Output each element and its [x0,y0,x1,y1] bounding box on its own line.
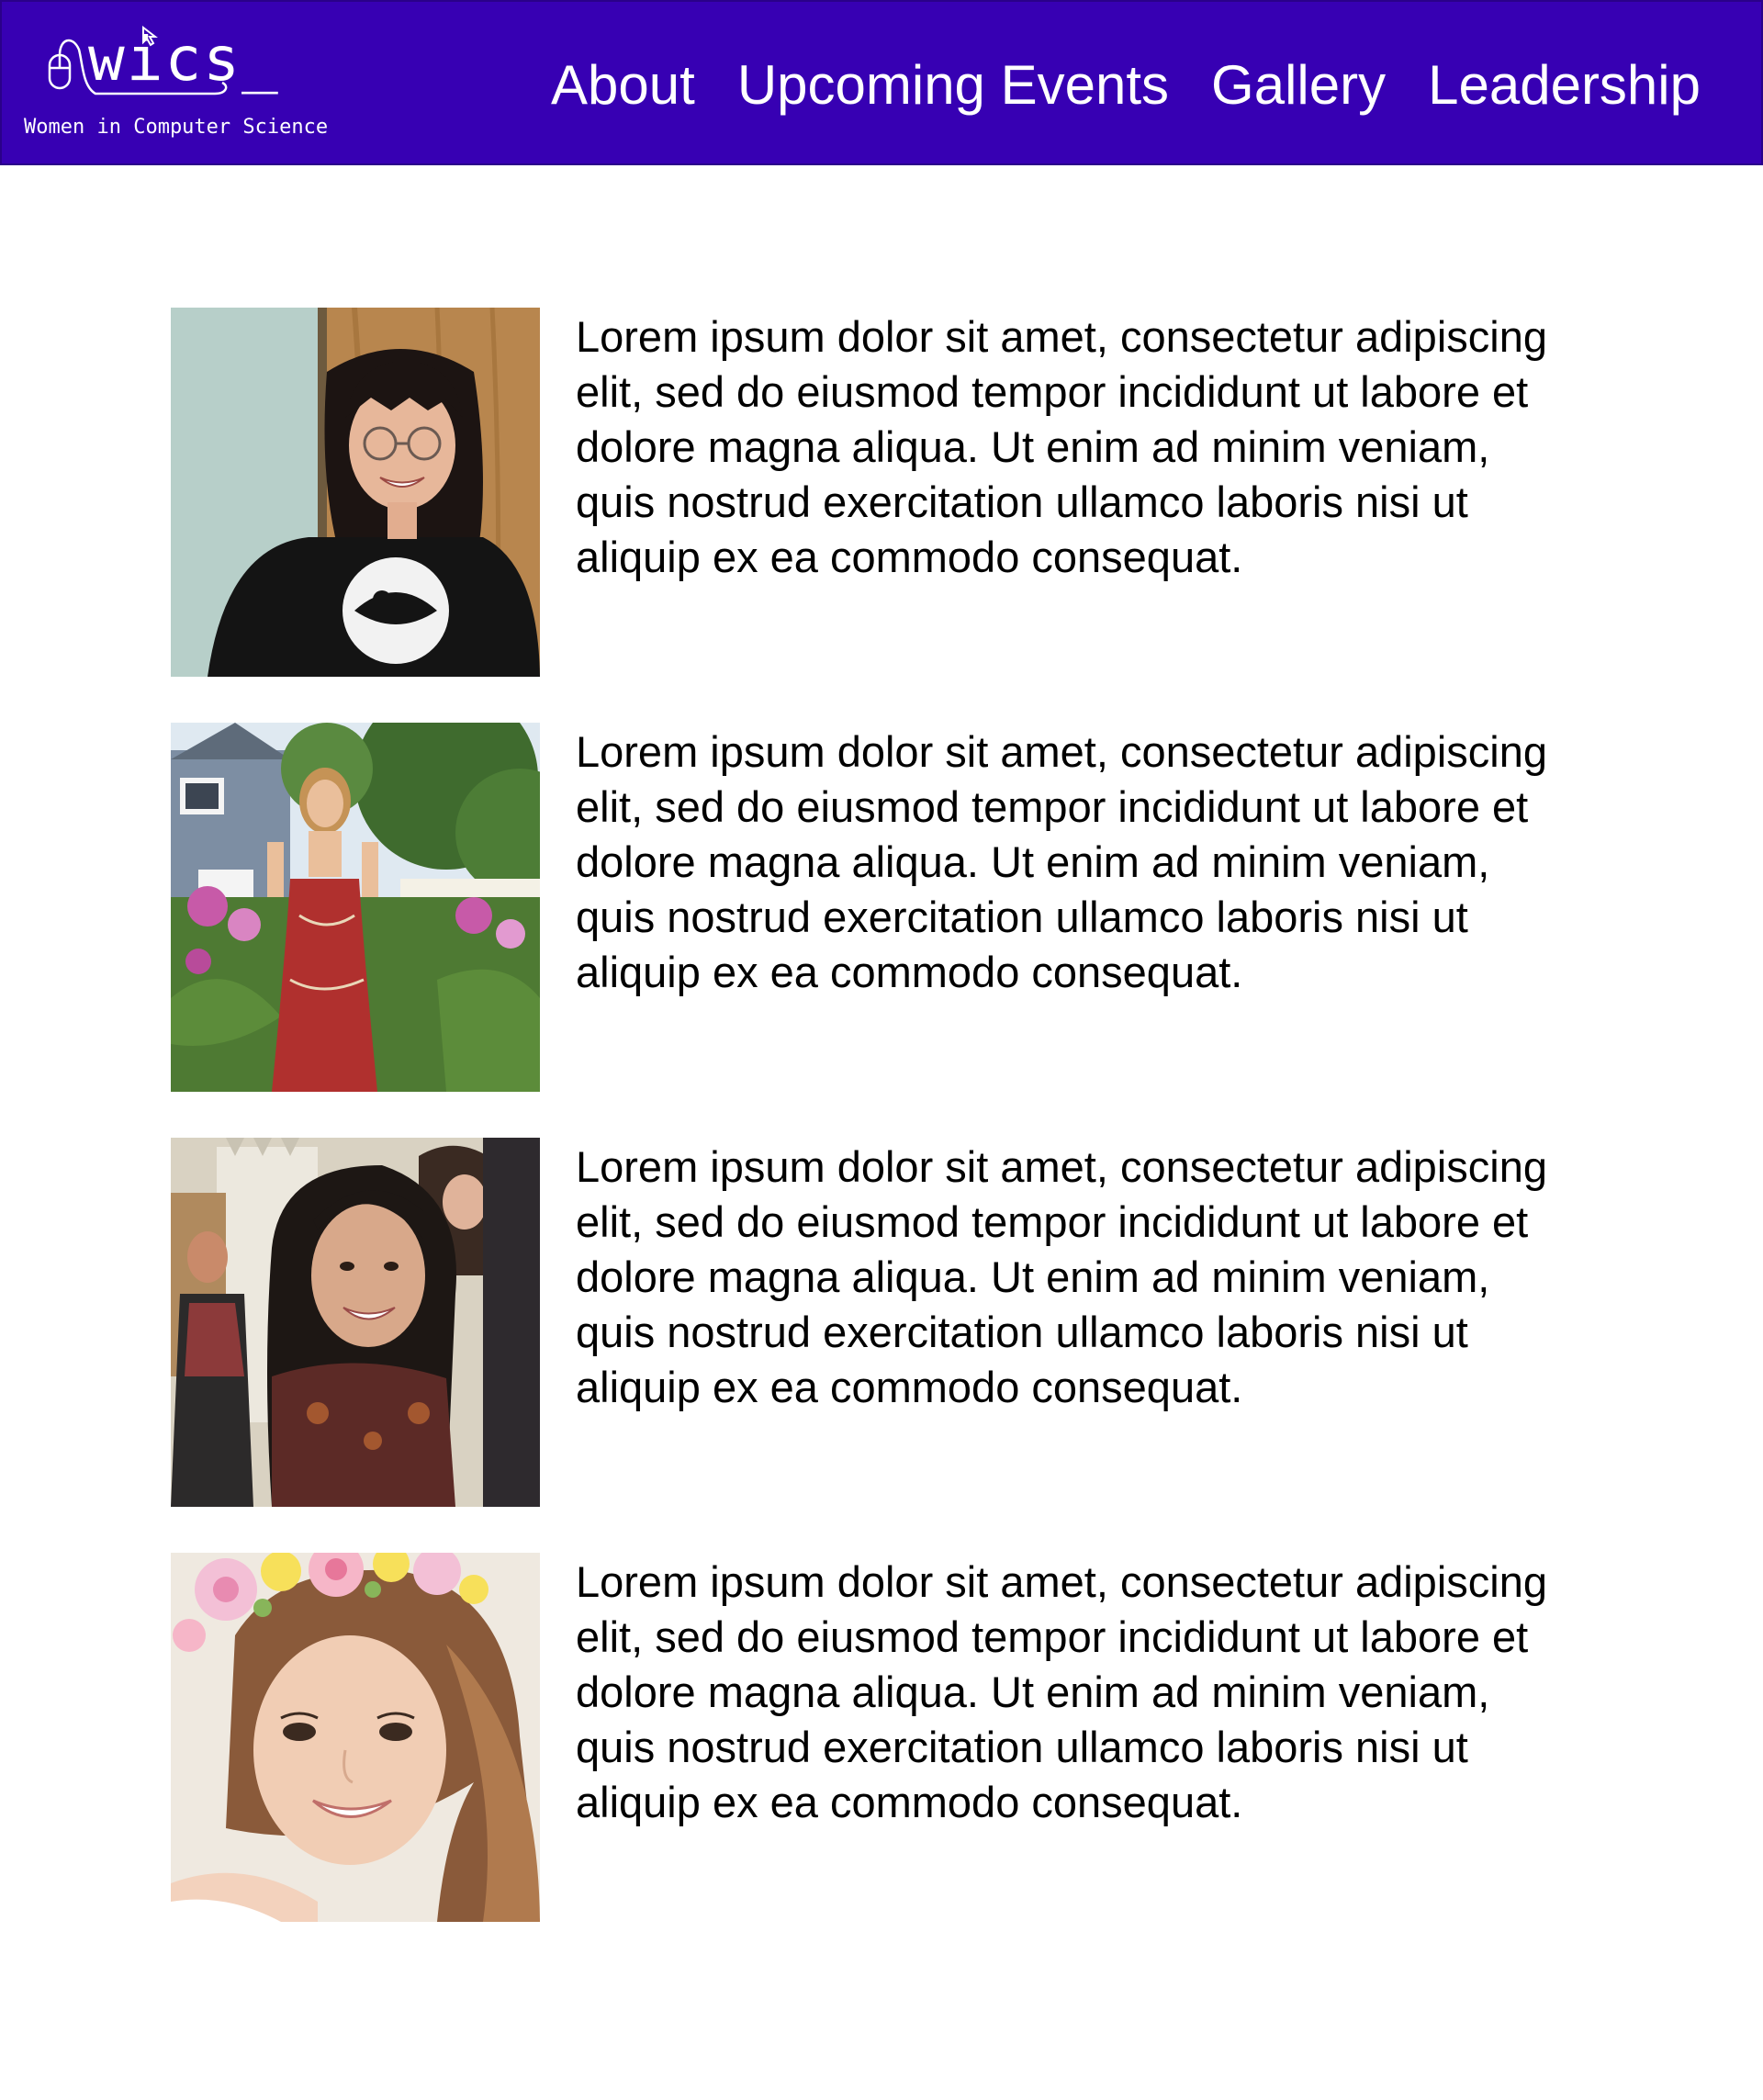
wics-logo[interactable]: wics_ Women in Computer Science [22,22,334,151]
site-header: wics_ Women in Computer Science About Up… [0,0,1763,165]
main-nav: About Upcoming Events Gallery Leadership [551,50,1701,121]
member-card: Lorem ipsum dolor sit amet, consectetur … [171,1553,1566,1922]
member-card: Lorem ipsum dolor sit amet, consectetur … [171,1138,1566,1507]
nav-leadership[interactable]: Leadership [1428,50,1701,121]
member-bio: Lorem ipsum dolor sit amet, consectetur … [576,1142,1547,1411]
member-bio: Lorem ipsum dolor sit amet, consectetur … [576,312,1547,581]
logo-subtitle: Women in Computer Science [24,116,329,139]
nav-about[interactable]: About [551,50,695,121]
logo-wordmark: wics_ [88,24,280,95]
member-bio: Lorem ipsum dolor sit amet, consectetur … [576,727,1547,996]
member-card: Lorem ipsum dolor sit amet, consectetur … [171,723,1566,1092]
leadership-list: Lorem ipsum dolor sit amet, consectetur … [171,308,1566,1968]
member-photo-1 [171,308,540,677]
member-photo-3 [171,1138,540,1507]
member-photo-4 [171,1553,540,1922]
nav-gallery[interactable]: Gallery [1211,50,1386,121]
member-bio: Lorem ipsum dolor sit amet, consectetur … [576,1557,1547,1826]
nav-upcoming-events[interactable]: Upcoming Events [737,50,1169,121]
member-card: Lorem ipsum dolor sit amet, consectetur … [171,308,1566,677]
member-photo-2 [171,723,540,1092]
